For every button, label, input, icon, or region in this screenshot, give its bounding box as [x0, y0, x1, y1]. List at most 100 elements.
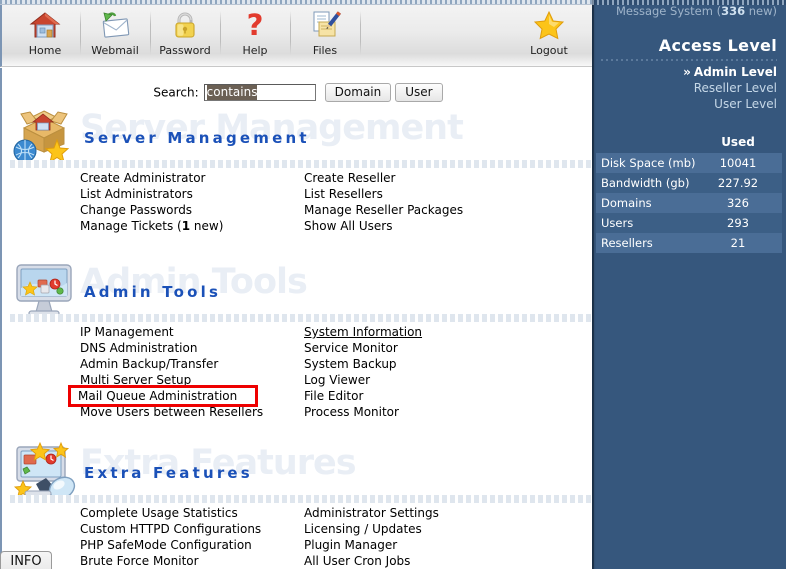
- usage-stats-table: Used Disk Space (mb) 10041 Bandwidth (gb) 2…: [596, 131, 782, 253]
- link-file-editor[interactable]: File Editor: [304, 388, 422, 404]
- access-level-admin-level[interactable]: » Admin Level: [683, 64, 777, 80]
- usage-stats-row-value: 293: [727, 216, 749, 230]
- link-manage-tickets[interactable]: Manage Tickets (1 new): [80, 218, 223, 234]
- message-system-link[interactable]: Message System (336 new): [616, 4, 777, 18]
- toolbar-item-label: Help: [242, 44, 268, 57]
- section-links-column-right: Create Reseller List Resellers Manage Rese…: [304, 170, 463, 234]
- section-title: Extra Features: [84, 464, 253, 482]
- search-bar: Search: contains Domain User: [2, 83, 592, 102]
- monitor-tools-icon: [10, 260, 78, 322]
- link-log-viewer[interactable]: Log Viewer: [304, 372, 422, 388]
- star-icon: [514, 8, 584, 44]
- access-level-label: User Level: [714, 97, 777, 111]
- section-links-column-right: System Information Service Monitor System …: [304, 324, 422, 420]
- file-pencil-icon: [290, 8, 360, 44]
- access-level-label: Admin Level: [693, 65, 777, 79]
- chevron-right-icon: »: [683, 65, 691, 79]
- link-create-reseller[interactable]: Create Reseller: [304, 170, 463, 186]
- link-service-monitor[interactable]: Service Monitor: [304, 340, 422, 356]
- toolbar-item-password[interactable]: Password: [150, 7, 220, 65]
- usage-stats-row-name: Users: [601, 216, 634, 230]
- link-brute-force-monitor[interactable]: Brute Force Monitor: [80, 553, 261, 569]
- access-level-divider: [601, 59, 777, 61]
- link-complete-usage-statistics[interactable]: Complete Usage Statistics: [80, 505, 261, 521]
- link-system-backup[interactable]: System Backup: [304, 356, 422, 372]
- search-label: Search:: [153, 85, 199, 100]
- domain-search-button[interactable]: Domain: [324, 83, 392, 102]
- toolbar-item-home[interactable]: Home: [10, 7, 80, 65]
- link-manage-reseller-packages[interactable]: Manage Reseller Packages: [304, 202, 463, 218]
- usage-stats-row-value: 326: [727, 196, 749, 210]
- usage-stats-header-spacer: [596, 131, 704, 153]
- usage-stats-row-name: Disk Space (mb): [601, 156, 696, 170]
- link-suffix: new): [190, 219, 224, 233]
- link-php-safemode-configuration[interactable]: PHP SafeMode Configuration: [80, 537, 261, 553]
- link-dns-administration[interactable]: DNS Administration: [80, 340, 263, 356]
- link-show-all-users[interactable]: Show All Users: [304, 218, 463, 234]
- link-text: Manage Tickets (: [80, 219, 182, 233]
- section-divider: [10, 314, 592, 322]
- section-header: Extra Features Extra Features: [2, 441, 592, 503]
- section-title-wrap: Admin Tools Admin Tools: [80, 260, 592, 322]
- toolbar-item-files[interactable]: Files: [290, 7, 360, 65]
- message-system-count: 336: [721, 4, 746, 18]
- user-search-button[interactable]: User: [395, 83, 443, 102]
- toolbar-item-logout[interactable]: Logout: [514, 7, 584, 65]
- section-extra-features: Extra Features Extra Features Complete Usa…: [2, 441, 592, 569]
- access-level-user-level[interactable]: User Level: [683, 96, 777, 112]
- section-title-wrap: Extra Features Extra Features: [80, 441, 592, 503]
- link-process-monitor[interactable]: Process Monitor: [304, 404, 422, 420]
- link-list-administrators[interactable]: List Administrators: [80, 186, 223, 202]
- link-count: 1: [181, 219, 191, 233]
- highlight-box-mail-queue-administration: Mail Queue Administration: [68, 385, 258, 407]
- link-change-passwords[interactable]: Change Passwords: [80, 202, 223, 218]
- usage-stats-row: Bandwidth (gb) 227.92: [596, 173, 782, 193]
- link-custom-httpd-configurations[interactable]: Custom HTTPD Configurations: [80, 521, 261, 537]
- link-all-user-cron-jobs[interactable]: All User Cron Jobs: [304, 553, 439, 569]
- main-content: Search: contains Domain User Server Managem…: [0, 68, 592, 569]
- question-mark-icon: ?: [220, 8, 290, 44]
- section-divider: [10, 160, 592, 168]
- highlight-box-label[interactable]: Mail Queue Administration: [78, 389, 237, 403]
- info-tab[interactable]: INFO: [0, 551, 52, 569]
- toolbar-item-help[interactable]: ? Help: [220, 7, 290, 65]
- search-input[interactable]: contains: [203, 84, 316, 101]
- toolbar-item-label: Home: [28, 44, 62, 57]
- section-links: Create Administrator List Administrators C…: [2, 170, 592, 238]
- link-administrator-settings[interactable]: Administrator Settings: [304, 505, 439, 521]
- toolbar-item-webmail[interactable]: Webmail: [80, 7, 150, 65]
- directadmin-admin-dashboard: Home Webmail Password? Help Files Logout Sear…: [0, 0, 786, 569]
- message-system-suffix: new): [745, 4, 777, 18]
- usage-stats-header-used: Used: [721, 135, 755, 149]
- link-licensing-updates[interactable]: Licensing / Updates: [304, 521, 439, 537]
- link-admin-backup-transfer[interactable]: Admin Backup/Transfer: [80, 356, 263, 372]
- open-box-globe-star-icon: [10, 106, 78, 168]
- link-ip-management[interactable]: IP Management: [80, 324, 263, 340]
- usage-stats-row-name: Bandwidth (gb): [601, 176, 690, 190]
- link-create-administrator[interactable]: Create Administrator: [80, 170, 223, 186]
- section-server-management: Server Management Server Management Create…: [2, 106, 592, 238]
- usage-stats-header-row: Used: [596, 131, 782, 153]
- usage-stats-row: Domains 326: [596, 193, 782, 213]
- home-icon: [10, 8, 80, 44]
- usage-stats-row-name: Resellers: [601, 236, 653, 250]
- sidebar-inner-shadow: [592, 0, 596, 569]
- usage-stats-row: Users 293: [596, 213, 782, 233]
- link-system-information[interactable]: System Information: [304, 324, 422, 340]
- section-links-column-right: Administrator Settings Licensing / Update…: [304, 505, 439, 569]
- toolbar-item-label: Password: [159, 44, 211, 57]
- toolbar-separator: [360, 11, 361, 55]
- access-level-title: Access Level: [658, 36, 777, 55]
- link-plugin-manager[interactable]: Plugin Manager: [304, 537, 439, 553]
- padlock-icon: [150, 8, 220, 44]
- link-list-resellers[interactable]: List Resellers: [304, 186, 463, 202]
- access-level-reseller-level[interactable]: Reseller Level: [683, 80, 777, 96]
- monitor-stars-magnifier-icon: [10, 441, 78, 503]
- svg-text:?: ?: [247, 8, 264, 42]
- section-links: Complete Usage Statistics Custom HTTPD Co…: [2, 505, 592, 569]
- usage-stats-row-value: 21: [730, 236, 746, 250]
- search-input-selected-text: contains: [206, 85, 258, 100]
- section-links-column-left: Create Administrator List Administrators C…: [80, 170, 223, 234]
- usage-stats-row: Resellers 21: [596, 233, 782, 253]
- toolbar-item-label: Files: [312, 44, 338, 57]
